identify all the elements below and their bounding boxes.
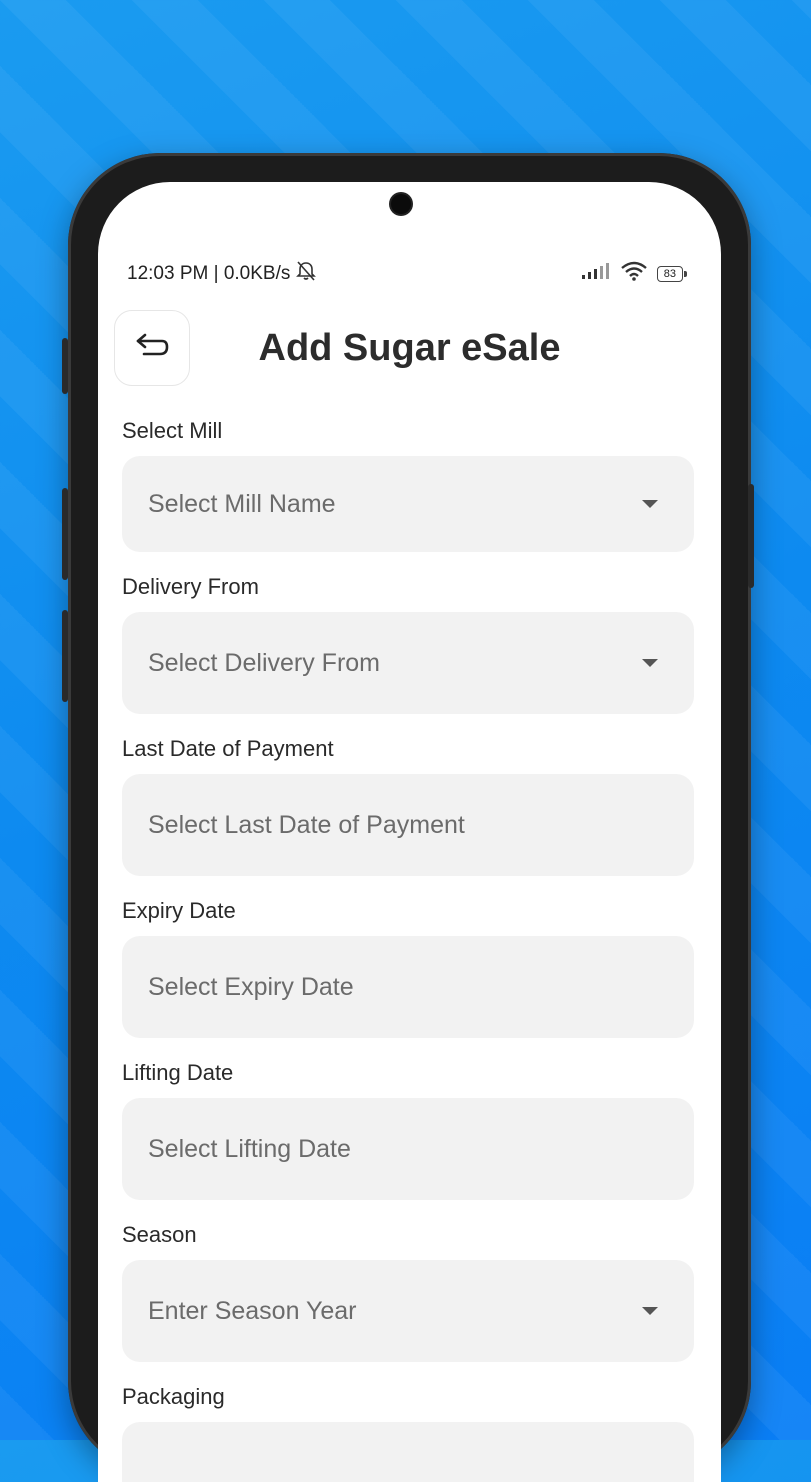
- page-title: Add Sugar eSale: [258, 326, 561, 369]
- phone-side-button: [62, 338, 68, 394]
- field-label: Expiry Date: [122, 898, 236, 923]
- expiry-date-picker[interactable]: Select Expiry Date: [122, 936, 694, 1038]
- field-delivery-from: Delivery From Select Delivery From: [122, 574, 694, 714]
- battery-icon: 83: [656, 266, 688, 282]
- field-label: Packaging: [122, 1384, 225, 1409]
- field-placeholder: Select Lifting Date: [148, 1134, 351, 1163]
- phone-power-button: [748, 484, 754, 588]
- last-date-payment-picker[interactable]: Select Last Date of Payment: [122, 774, 694, 876]
- signal-icon: [581, 262, 611, 286]
- phone-screen: 12:03 PM | 0.0KB/s 83 Add Sugar eSale Se…: [98, 182, 721, 1482]
- mill-dropdown[interactable]: Select Mill Name: [122, 456, 694, 552]
- field-season: Season Enter Season Year: [122, 1222, 694, 1362]
- caret-down-icon: [642, 1307, 658, 1315]
- delivery-from-dropdown[interactable]: Select Delivery From: [122, 612, 694, 714]
- field-label: Delivery From: [122, 574, 259, 599]
- back-button[interactable]: [114, 310, 190, 386]
- phone-side-button: [62, 610, 68, 702]
- field-lifting-date: Lifting Date Select Lifting Date: [122, 1060, 694, 1200]
- field-expiry-date: Expiry Date Select Expiry Date: [122, 898, 694, 1038]
- app-header: Add Sugar eSale: [114, 310, 705, 386]
- status-bar: 12:03 PM | 0.0KB/s 83: [127, 260, 688, 288]
- caret-down-icon: [642, 659, 658, 667]
- packaging-dropdown[interactable]: [122, 1422, 694, 1482]
- esale-form: Select Mill Select Mill Name Delivery Fr…: [122, 418, 694, 1482]
- bell-off-icon: [294, 260, 318, 288]
- back-arrow-icon: [134, 333, 170, 364]
- caret-down-icon: [642, 500, 658, 508]
- field-select-mill: Select Mill Select Mill Name: [122, 418, 694, 552]
- status-time: 12:03 PM | 0.0KB/s: [127, 263, 291, 284]
- field-label: Season: [122, 1222, 197, 1247]
- wifi-icon: [620, 261, 647, 287]
- field-placeholder: Enter Season Year: [148, 1296, 357, 1325]
- field-placeholder: Select Expiry Date: [148, 972, 354, 1001]
- field-placeholder: Select Last Date of Payment: [148, 810, 465, 839]
- lifting-date-picker[interactable]: Select Lifting Date: [122, 1098, 694, 1200]
- front-camera: [391, 194, 411, 214]
- field-placeholder: Select Mill Name: [148, 489, 336, 518]
- field-packaging: Packaging: [122, 1384, 694, 1482]
- field-placeholder: Select Delivery From: [148, 648, 380, 677]
- field-last-date-payment: Last Date of Payment Select Last Date of…: [122, 736, 694, 876]
- phone-side-button: [62, 488, 68, 580]
- field-label: Select Mill: [122, 418, 223, 443]
- field-label: Last Date of Payment: [122, 736, 334, 761]
- season-dropdown[interactable]: Enter Season Year: [122, 1260, 694, 1362]
- field-label: Lifting Date: [122, 1060, 234, 1085]
